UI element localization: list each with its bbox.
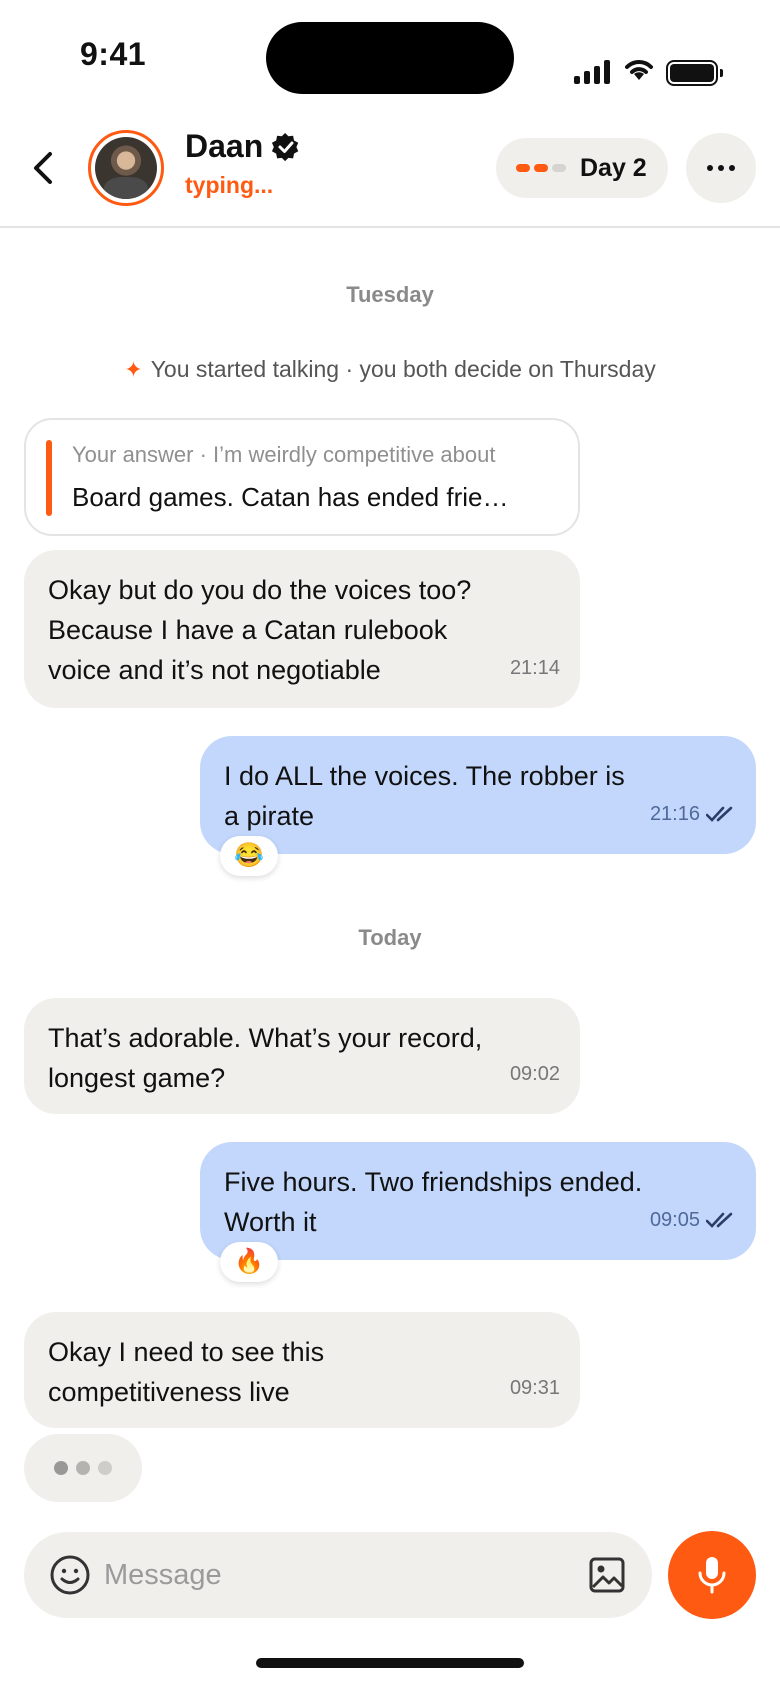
message-time: 09:05 (650, 1200, 736, 1240)
contact-name-text: Daan (185, 128, 264, 164)
date-separator-today: Today (358, 925, 422, 950)
message-text: Okay but do you do the voices too? Becau… (48, 575, 472, 685)
avatar[interactable] (88, 130, 164, 206)
quote-label: Your answer · I’m weirdly competitive ab… (72, 442, 496, 467)
streak-indicator (516, 164, 566, 172)
chat-header: Daan typing... Day 2 (0, 118, 780, 228)
back-arrow-icon[interactable] (28, 148, 60, 188)
phone-frame: 9:41 Daan typing... Day 2 Tuesday ✦ You … (0, 0, 780, 1688)
status-time: 9:41 (80, 36, 147, 72)
message-bubble-incoming[interactable]: Okay but do you do the voices too? Becau… (24, 550, 580, 708)
message-input[interactable] (104, 1550, 564, 1600)
dynamic-island (266, 22, 514, 94)
message-text: That’s adorable. What’s your record, lon… (48, 1023, 483, 1093)
quoted-answer[interactable]: Your answer · I’m weirdly competitive ab… (24, 418, 580, 536)
reaction-badge[interactable]: 🔥 (220, 1242, 278, 1282)
message-composer (24, 1532, 652, 1618)
day-streak-pill[interactable]: Day 2 (496, 138, 668, 198)
message-text: I do ALL the voices. The robber is a pir… (224, 761, 625, 831)
more-dot (707, 165, 713, 171)
quote-bar (46, 440, 52, 516)
contact-name[interactable]: Daan (185, 128, 301, 165)
message-text: Okay I need to see this competitiveness … (48, 1337, 325, 1407)
wifi-icon (625, 60, 653, 80)
message-text: Five hours. Two friendships ended. Worth… (224, 1167, 643, 1237)
typing-status: typing... (185, 172, 274, 198)
streak-dot (552, 164, 566, 172)
image-icon[interactable] (588, 1556, 626, 1594)
system-message: ✦ You started talking · you both decide o… (0, 356, 780, 383)
message-time: 21:16 (650, 794, 736, 834)
quote-text: Board games. Catan has ended frie… (72, 482, 509, 512)
streak-dot (516, 164, 530, 172)
typing-dot (54, 1461, 68, 1475)
emoji-icon[interactable] (48, 1553, 92, 1597)
streak-dot (534, 164, 548, 172)
screen: 9:41 Daan typing... Day 2 Tuesday ✦ You … (0, 0, 780, 1688)
message-time: 21:14 (509, 657, 560, 679)
day-label: Day 2 (580, 153, 647, 182)
sparkle-icon: ✦ (124, 357, 143, 382)
message-bubble-incoming[interactable]: Okay I need to see this competitiveness … (24, 1312, 580, 1428)
reaction-badge[interactable]: 😂 (220, 836, 278, 876)
more-options-button[interactable] (686, 133, 756, 203)
home-indicator[interactable] (256, 1658, 524, 1668)
typing-dot (76, 1461, 90, 1475)
system-message-text: You started talking · you both decide on… (150, 356, 656, 382)
message-bubble-incoming[interactable]: That’s adorable. What’s your record, lon… (24, 998, 580, 1114)
cellular-signal-icon (574, 60, 610, 84)
read-receipt-icon (706, 806, 733, 822)
message-bubble-outgoing[interactable]: I do ALL the voices. The robber is a pir… (200, 736, 756, 854)
read-receipt-icon (706, 1212, 733, 1228)
typing-indicator (24, 1434, 142, 1502)
message-time: 09:02 (509, 1063, 560, 1085)
verified-badge-icon (272, 132, 299, 161)
microphone-button[interactable] (668, 1531, 756, 1619)
more-dot (718, 165, 724, 171)
message-time: 09:31 (509, 1377, 560, 1399)
microphone-icon (698, 1557, 726, 1594)
battery-icon (666, 60, 723, 86)
message-bubble-outgoing[interactable]: Five hours. Two friendships ended. Worth… (200, 1142, 756, 1260)
typing-dot (98, 1461, 112, 1475)
date-separator-tuesday: Tuesday (346, 282, 434, 307)
more-dot (729, 165, 735, 171)
